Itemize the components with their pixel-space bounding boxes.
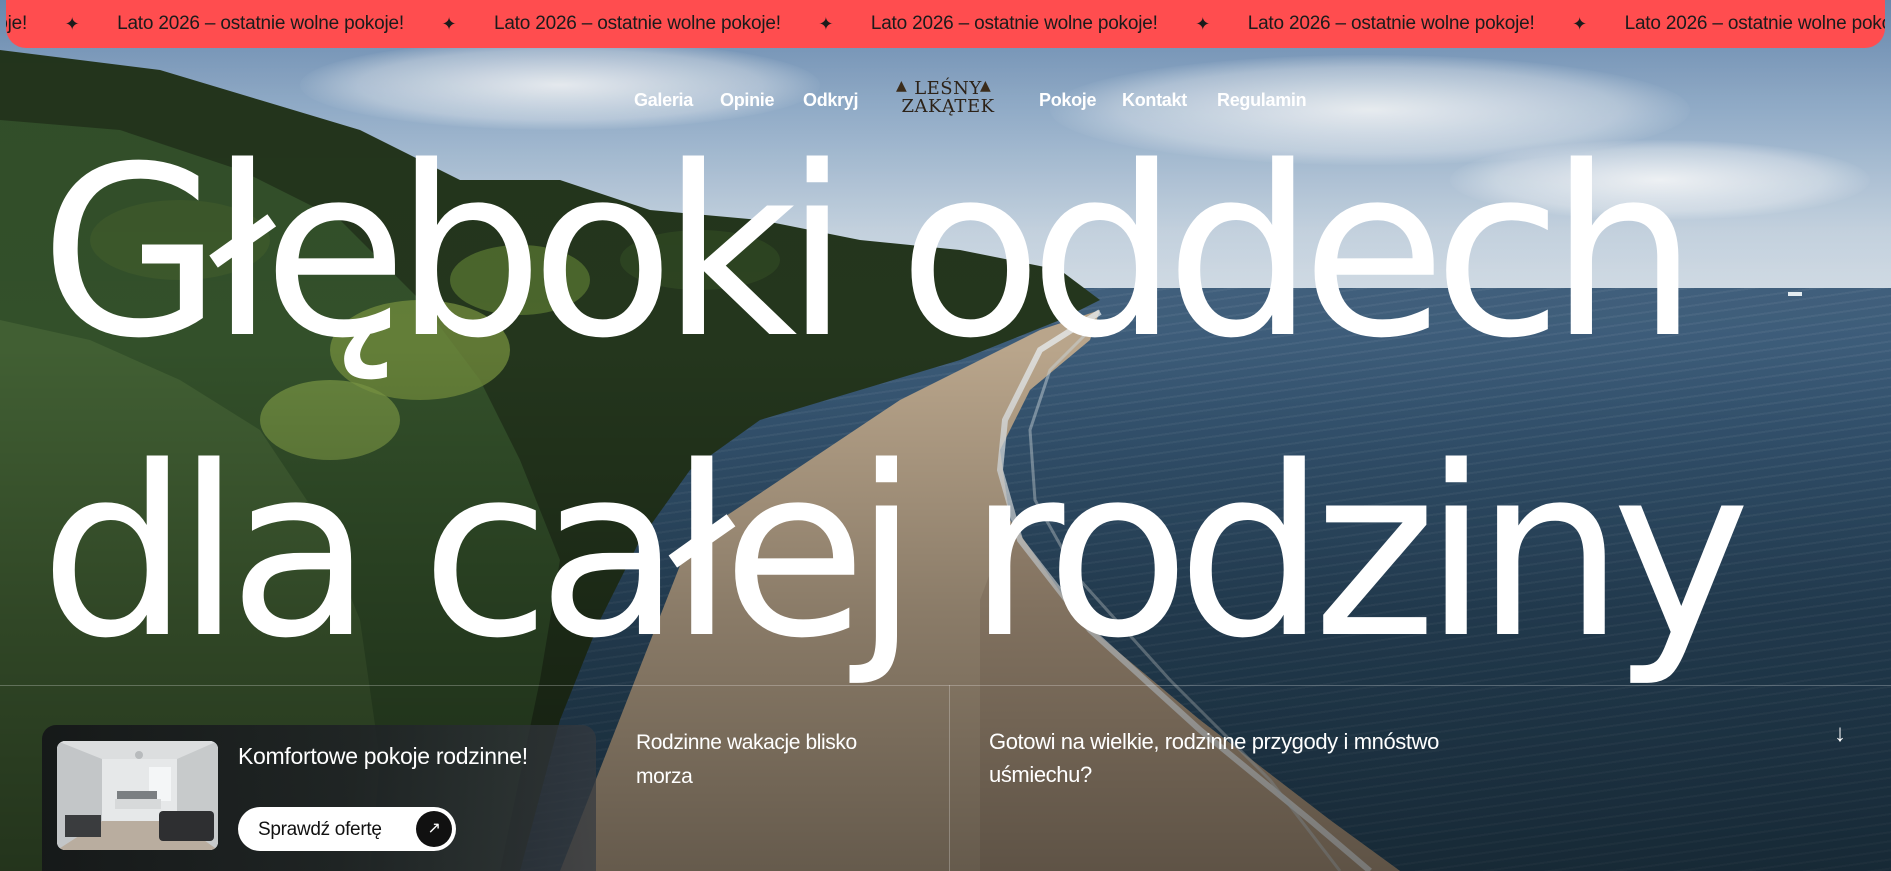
sparkle-icon: ✦: [1572, 13, 1588, 34]
announcement-text: Lato 2026 – ostatnie wolne pokoje!: [870, 13, 1158, 34]
nav-link-galeria[interactable]: Galeria: [634, 90, 693, 111]
check-offer-button[interactable]: Sprawdź ofertę ↗: [238, 807, 456, 851]
check-offer-label: Sprawdź ofertę: [258, 819, 382, 840]
room-photo: [57, 741, 218, 850]
sparkle-icon: ✦: [64, 13, 80, 34]
room-photo-illustration: [57, 741, 218, 850]
logo[interactable]: ▲ LEŚNY ▲ ZAKĄTEK: [896, 76, 1000, 124]
nav-link-odkryj[interactable]: Odkryj: [803, 90, 859, 111]
promo-title: Komfortowe pokoje rodzinne!: [238, 743, 528, 769]
nav-link-opinie[interactable]: Opinie: [720, 90, 775, 111]
sparkle-icon: ✦: [441, 13, 457, 34]
nav-link-kontakt[interactable]: Kontakt: [1122, 90, 1187, 111]
arrow-down-icon[interactable]: ↓: [1834, 720, 1846, 748]
arrow-up-right-icon: ↗: [416, 811, 452, 847]
main-navigation: Galeria Opinie Odkryj ▲ LEŚNY ▲ ZAKĄTEK …: [0, 76, 1891, 124]
tagline: Rodzinne wakacje blisko morza: [636, 731, 857, 788]
announcement-item: Lato 2026 – ostatnie wolne pokoje! ✦: [494, 13, 871, 35]
announcement-item: Lato 2026 – ostatnie wolne pokoje!: [1625, 13, 1885, 35]
announcement-item: Lato 2026 – ostatnie wolne pokoje! ✦: [871, 13, 1248, 35]
announcement-track: olne pokoje! ✦ Lato 2026 – ostatnie woln…: [6, 0, 1885, 48]
announcement-bar: olne pokoje! ✦ Lato 2026 – ostatnie woln…: [6, 0, 1885, 48]
logo-line-2: ZAKĄTEK: [901, 96, 995, 117]
sparkle-icon: ✦: [818, 13, 834, 34]
nav-link-pokoje[interactable]: Pokoje: [1039, 90, 1097, 111]
hero-headline: Głęboki oddech dla całej rodziny: [40, 104, 1860, 704]
headline-line-1: Głęboki oddech: [40, 117, 1698, 390]
announcement-item: Lato 2026 – ostatnie wolne pokoje! ✦: [1248, 13, 1625, 35]
promo-card: Komfortowe pokoje rodzinne! Sprawdź ofer…: [42, 725, 596, 871]
announcement-text: olne pokoje!: [6, 13, 28, 34]
column-divider: [949, 685, 950, 871]
announcement-text: Lato 2026 – ostatnie wolne pokoje!: [1247, 13, 1535, 34]
announcement-item: Lato 2026 – ostatnie wolne pokoje! ✦: [117, 13, 494, 35]
section-divider: [0, 685, 1891, 686]
announcement-text: Lato 2026 – ostatnie wolne pokoje!: [1624, 13, 1885, 34]
tree-icon: ▲: [980, 78, 991, 94]
announcement-text: Lato 2026 – ostatnie wolne pokoje!: [493, 13, 781, 34]
sparkle-icon: ✦: [1195, 13, 1211, 34]
announcement-text: Lato 2026 – ostatnie wolne pokoje!: [117, 13, 404, 34]
nav-link-regulamin[interactable]: Regulamin: [1217, 90, 1307, 111]
announcement-item: olne pokoje! ✦: [6, 13, 117, 35]
family-adventure-question: Gotowi na wielkie, rodzinne przygody i m…: [989, 729, 1439, 787]
headline-line-2: dla całej rodziny: [40, 417, 1751, 690]
